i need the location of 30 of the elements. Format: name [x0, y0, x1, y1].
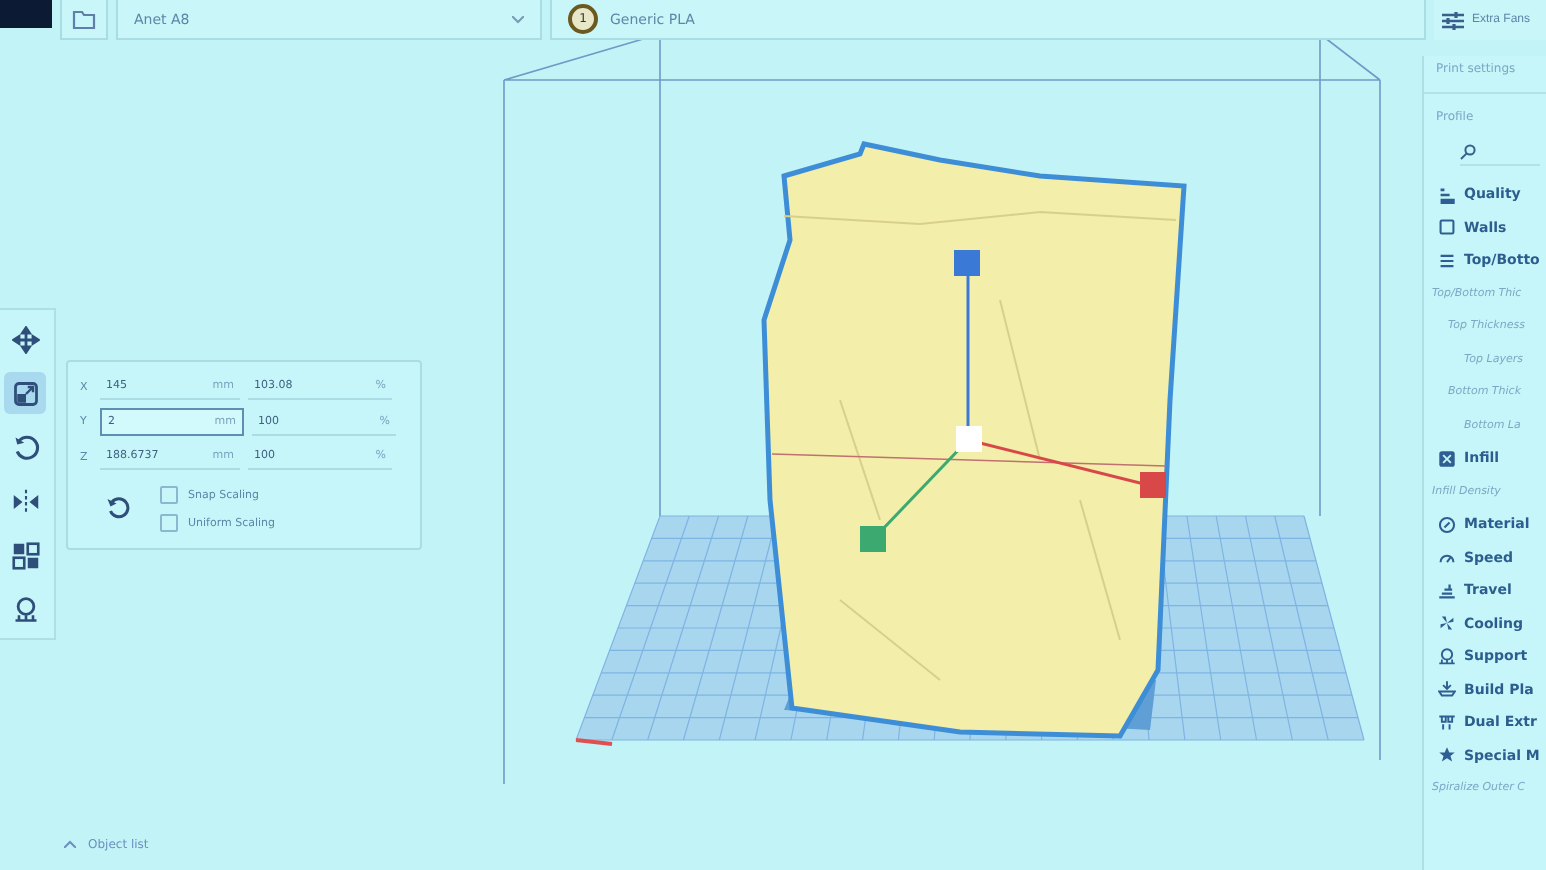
checkbox[interactable] — [160, 514, 178, 532]
chevron-down-icon — [512, 15, 524, 23]
checkbox[interactable] — [160, 486, 178, 504]
rotate-tool-icon — [11, 433, 39, 461]
chevron-up-icon — [64, 840, 76, 848]
logo-block — [0, 0, 52, 28]
scale-tool-button[interactable] — [4, 372, 46, 414]
quality-icon — [1438, 185, 1456, 204]
move-tool-icon — [11, 325, 39, 353]
mirror-tool-icon — [11, 487, 39, 515]
support-tool-icon — [11, 595, 39, 623]
folder-icon — [72, 9, 96, 29]
search-field[interactable] — [1460, 140, 1540, 166]
reset-button[interactable] — [104, 495, 132, 523]
per-model-tool-icon — [11, 541, 39, 569]
undo-icon — [106, 495, 130, 519]
sliders-icon — [1442, 11, 1464, 29]
topbottom-icon — [1438, 251, 1456, 270]
plate-icon — [1438, 680, 1456, 699]
travel-icon — [1438, 581, 1456, 600]
search-icon — [1460, 144, 1476, 160]
cooling-icon — [1438, 614, 1456, 633]
special-icon — [1438, 746, 1456, 765]
infill-icon — [1438, 449, 1456, 468]
material-icon — [1438, 515, 1456, 534]
walls-icon — [1438, 218, 1456, 237]
support-icon — [1438, 647, 1456, 666]
dual-icon — [1438, 713, 1456, 732]
scale-tool-icon — [11, 379, 39, 407]
open-file-button[interactable] — [60, 0, 108, 40]
